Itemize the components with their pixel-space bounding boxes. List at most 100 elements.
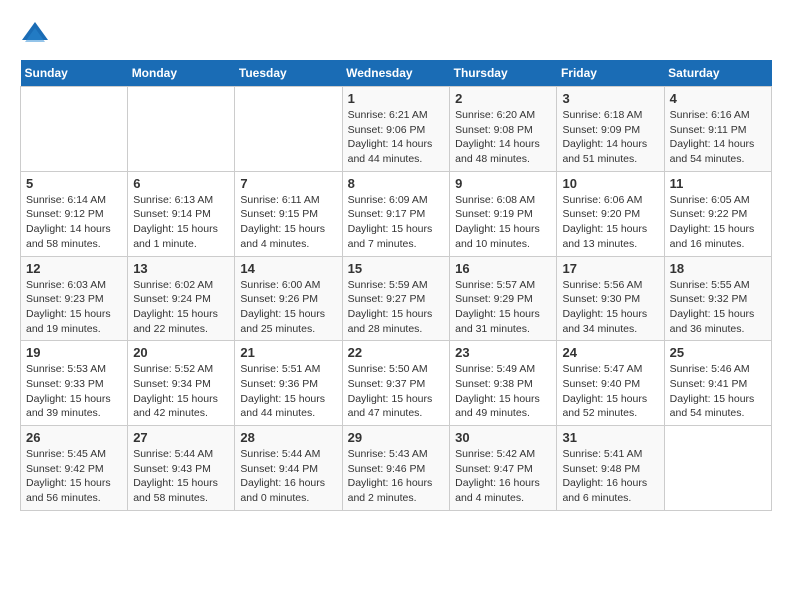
day-number: 7 [240,176,336,191]
day-number: 3 [562,91,658,106]
day-number: 15 [348,261,445,276]
day-detail: Sunrise: 5:45 AMSunset: 9:42 PMDaylight:… [26,447,122,506]
day-cell: 3 Sunrise: 6:18 AMSunset: 9:09 PMDaylight… [557,87,664,172]
day-number: 26 [26,430,122,445]
day-cell [235,87,342,172]
calendar-table: SundayMondayTuesdayWednesdayThursdayFrid… [20,60,772,511]
day-number: 27 [133,430,229,445]
day-cell: 2Sunrise: 6:20 AMSunset: 9:08 PMDaylight… [450,87,557,172]
day-number: 5 [26,176,122,191]
day-number: 25 [670,345,766,360]
day-cell: 29 Sunrise: 5:43 AMSunset: 9:46 PMDayligh… [342,426,450,511]
day-detail: Sunrise: 6:13 AMSunset: 9:14 PMDaylight:… [133,193,229,252]
day-cell: 15 Sunrise: 5:59 AMSunset: 9:27 PMDayligh… [342,256,450,341]
week-row-4: 19Sunrise: 5:53 AMSunset: 9:33 PMDayligh… [21,341,772,426]
day-detail: Sunrise: 5:56 AMSunset: 9:30 PMDaylight:… [562,278,658,337]
day-cell: 28 Sunrise: 5:44 AMSunset: 9:44 PMDayligh… [235,426,342,511]
day-cell: 22Sunrise: 5:50 AMSunset: 9:37 PMDayligh… [342,341,450,426]
day-number: 16 [455,261,551,276]
day-header-wednesday: Wednesday [342,60,450,87]
day-header-sunday: Sunday [21,60,128,87]
day-cell: 13Sunrise: 6:02 AMSunset: 9:24 PMDayligh… [128,256,235,341]
day-cell: 6 Sunrise: 6:13 AMSunset: 9:14 PMDaylight… [128,171,235,256]
day-cell [128,87,235,172]
day-cell: 26 Sunrise: 5:45 AMSunset: 9:42 PMDayligh… [21,426,128,511]
day-header-friday: Friday [557,60,664,87]
day-detail: Sunrise: 6:18 AMSunset: 9:09 PMDaylight:… [562,108,658,167]
day-number: 31 [562,430,658,445]
days-header-row: SundayMondayTuesdayWednesdayThursdayFrid… [21,60,772,87]
day-number: 11 [670,176,766,191]
day-number: 29 [348,430,445,445]
week-row-3: 12 Sunrise: 6:03 AMSunset: 9:23 PMDayligh… [21,256,772,341]
day-cell: 8 Sunrise: 6:09 AMSunset: 9:17 PMDaylight… [342,171,450,256]
day-cell [664,426,771,511]
day-number: 8 [348,176,445,191]
day-detail: Sunrise: 5:42 AMSunset: 9:47 PMDaylight:… [455,447,551,506]
day-detail: Sunrise: 6:00 AMSunset: 9:26 PMDaylight:… [240,278,336,337]
day-detail: Sunrise: 6:08 AMSunset: 9:19 PMDaylight:… [455,193,551,252]
day-cell: 17Sunrise: 5:56 AMSunset: 9:30 PMDayligh… [557,256,664,341]
week-row-5: 26 Sunrise: 5:45 AMSunset: 9:42 PMDayligh… [21,426,772,511]
day-detail: Sunrise: 5:47 AMSunset: 9:40 PMDaylight:… [562,362,658,421]
day-number: 21 [240,345,336,360]
day-detail: Sunrise: 5:44 AMSunset: 9:44 PMDaylight:… [240,447,336,506]
day-number: 14 [240,261,336,276]
day-number: 9 [455,176,551,191]
day-cell: 4Sunrise: 6:16 AMSunset: 9:11 PMDaylight… [664,87,771,172]
day-detail: Sunrise: 6:16 AMSunset: 9:11 PMDaylight:… [670,108,766,167]
day-detail: Sunrise: 6:09 AMSunset: 9:17 PMDaylight:… [348,193,445,252]
day-detail: Sunrise: 6:06 AMSunset: 9:20 PMDaylight:… [562,193,658,252]
day-header-thursday: Thursday [450,60,557,87]
day-header-tuesday: Tuesday [235,60,342,87]
day-cell: 12 Sunrise: 6:03 AMSunset: 9:23 PMDayligh… [21,256,128,341]
day-detail: Sunrise: 5:52 AMSunset: 9:34 PMDaylight:… [133,362,229,421]
page-header [20,20,772,50]
day-detail: Sunrise: 6:11 AMSunset: 9:15 PMDaylight:… [240,193,336,252]
day-cell: 14 Sunrise: 6:00 AMSunset: 9:26 PMDayligh… [235,256,342,341]
day-cell [21,87,128,172]
logo-icon [20,20,50,50]
day-number: 24 [562,345,658,360]
day-detail: Sunrise: 5:55 AMSunset: 9:32 PMDaylight:… [670,278,766,337]
day-detail: Sunrise: 6:21 AMSunset: 9:06 PMDaylight:… [348,108,445,167]
day-number: 20 [133,345,229,360]
day-cell: 21 Sunrise: 5:51 AMSunset: 9:36 PMDayligh… [235,341,342,426]
day-number: 19 [26,345,122,360]
day-number: 23 [455,345,551,360]
day-cell: 1 Sunrise: 6:21 AMSunset: 9:06 PMDaylight… [342,87,450,172]
day-cell: 11 Sunrise: 6:05 AMSunset: 9:22 PMDayligh… [664,171,771,256]
day-number: 30 [455,430,551,445]
day-number: 1 [348,91,445,106]
day-detail: Sunrise: 5:49 AMSunset: 9:38 PMDaylight:… [455,362,551,421]
day-cell: 16 Sunrise: 5:57 AMSunset: 9:29 PMDayligh… [450,256,557,341]
logo [20,20,54,50]
day-cell: 9 Sunrise: 6:08 AMSunset: 9:19 PMDaylight… [450,171,557,256]
day-detail: Sunrise: 5:50 AMSunset: 9:37 PMDaylight:… [348,362,445,421]
day-detail: Sunrise: 5:43 AMSunset: 9:46 PMDaylight:… [348,447,445,506]
day-cell: 19Sunrise: 5:53 AMSunset: 9:33 PMDayligh… [21,341,128,426]
day-cell: 5 Sunrise: 6:14 AMSunset: 9:12 PMDaylight… [21,171,128,256]
day-detail: Sunrise: 5:41 AMSunset: 9:48 PMDaylight:… [562,447,658,506]
day-number: 12 [26,261,122,276]
day-detail: Sunrise: 5:57 AMSunset: 9:29 PMDaylight:… [455,278,551,337]
day-detail: Sunrise: 6:20 AMSunset: 9:08 PMDaylight:… [455,108,551,167]
day-detail: Sunrise: 5:51 AMSunset: 9:36 PMDaylight:… [240,362,336,421]
week-row-2: 5 Sunrise: 6:14 AMSunset: 9:12 PMDaylight… [21,171,772,256]
day-detail: Sunrise: 5:59 AMSunset: 9:27 PMDaylight:… [348,278,445,337]
day-detail: Sunrise: 6:03 AMSunset: 9:23 PMDaylight:… [26,278,122,337]
day-cell: 10 Sunrise: 6:06 AMSunset: 9:20 PMDayligh… [557,171,664,256]
day-cell: 23 Sunrise: 5:49 AMSunset: 9:38 PMDayligh… [450,341,557,426]
day-cell: 27 Sunrise: 5:44 AMSunset: 9:43 PMDayligh… [128,426,235,511]
day-cell: 25Sunrise: 5:46 AMSunset: 9:41 PMDayligh… [664,341,771,426]
day-detail: Sunrise: 6:14 AMSunset: 9:12 PMDaylight:… [26,193,122,252]
day-number: 10 [562,176,658,191]
day-cell: 7 Sunrise: 6:11 AMSunset: 9:15 PMDaylight… [235,171,342,256]
day-number: 18 [670,261,766,276]
day-number: 6 [133,176,229,191]
day-detail: Sunrise: 6:02 AMSunset: 9:24 PMDaylight:… [133,278,229,337]
day-number: 28 [240,430,336,445]
day-cell: 24 Sunrise: 5:47 AMSunset: 9:40 PMDayligh… [557,341,664,426]
day-detail: Sunrise: 5:44 AMSunset: 9:43 PMDaylight:… [133,447,229,506]
day-detail: Sunrise: 6:05 AMSunset: 9:22 PMDaylight:… [670,193,766,252]
